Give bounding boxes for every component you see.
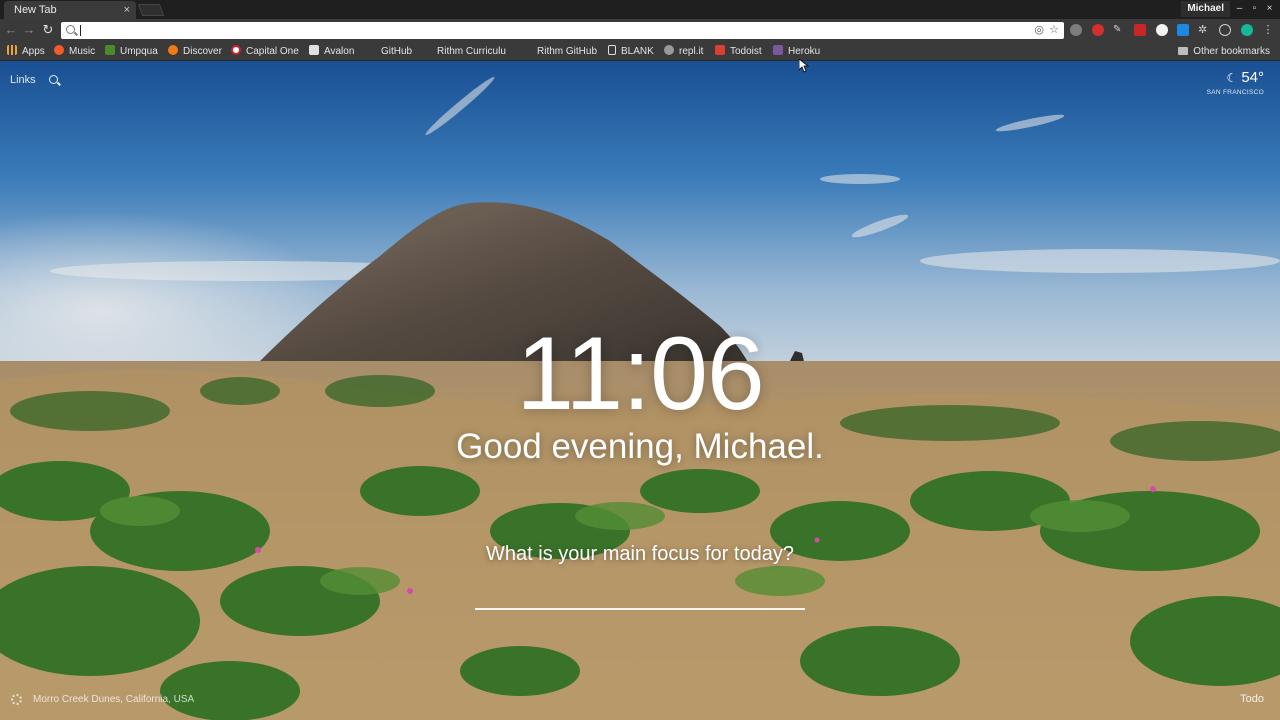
- extension-icon[interactable]: [1070, 24, 1082, 36]
- new-tab-button[interactable]: [137, 4, 165, 16]
- folder-icon: [1178, 47, 1189, 55]
- back-icon[interactable]: ←: [3, 22, 19, 38]
- bookmark-star-icon[interactable]: ☆: [1049, 23, 1059, 38]
- bookmark-github[interactable]: GitHub: [366, 42, 412, 61]
- umpqua-icon: [105, 45, 115, 55]
- moon-icon: ☾: [1226, 71, 1238, 85]
- bookmark-rithm-github[interactable]: Rithm GitHub: [522, 42, 597, 61]
- tab-title: New Tab: [14, 4, 57, 16]
- avalon-icon: [309, 45, 319, 55]
- opera-extension-icon[interactable]: [1092, 24, 1104, 36]
- clock-time: 11:06: [516, 316, 765, 432]
- focus-input[interactable]: [475, 590, 805, 610]
- replit-icon: [664, 45, 674, 55]
- other-bookmarks[interactable]: Other bookmarks: [1178, 42, 1270, 61]
- bookmark-heroku[interactable]: Heroku: [773, 42, 820, 61]
- bookmarks-bar: Apps Music Umpqua Discover Capital One A…: [0, 42, 1280, 61]
- minimize-icon[interactable]: –: [1233, 2, 1246, 15]
- bookmark-replit[interactable]: repl.it: [664, 42, 703, 61]
- bookmark-blank[interactable]: BLANK: [608, 42, 654, 61]
- photo-credit[interactable]: Morro Creek Dunes, California, USA: [33, 694, 194, 705]
- weather-temperature-row: ☾ 54°: [1207, 70, 1264, 86]
- close-window-icon[interactable]: ×: [1263, 2, 1276, 15]
- bookmark-discover[interactable]: Discover: [168, 42, 222, 61]
- weather-temperature: 54°: [1241, 69, 1264, 86]
- react-icon[interactable]: ✲: [1198, 24, 1210, 36]
- rithm-icon: [422, 45, 432, 55]
- menu-kebab-icon[interactable]: ⋮: [1262, 24, 1274, 36]
- focus-question: What is your main focus for today?: [486, 543, 794, 565]
- forward-icon[interactable]: →: [21, 22, 37, 38]
- bookmark-apps[interactable]: Apps: [7, 42, 45, 61]
- discover-icon: [168, 45, 178, 55]
- eyedropper-icon[interactable]: ✎: [1113, 24, 1125, 36]
- capital-one-icon: [231, 45, 241, 55]
- greeting-text: Good evening, Michael.: [456, 427, 824, 466]
- tab-close-icon[interactable]: ×: [124, 1, 130, 19]
- weather-widget[interactable]: ☾ 54° SAN FRANCISCO: [1206, 70, 1264, 97]
- music-icon: [54, 45, 64, 55]
- ring-extension-icon[interactable]: [1219, 24, 1231, 36]
- location-target-icon[interactable]: ◎: [1034, 23, 1044, 38]
- settings-gear-icon[interactable]: [11, 694, 22, 705]
- restore-icon[interactable]: ▫: [1248, 2, 1261, 15]
- apps-grid-icon: [7, 45, 17, 55]
- reload-icon[interactable]: ↻: [40, 22, 56, 38]
- tab-new-tab[interactable]: New Tab ×: [4, 1, 136, 19]
- todoist-icon: [715, 45, 725, 55]
- github-icon: [522, 45, 532, 55]
- circle-extension-icon[interactable]: [1156, 24, 1168, 36]
- heroku-icon: [773, 45, 783, 55]
- bookmark-rithm-curriculum[interactable]: Rithm Curriculu: [422, 42, 506, 61]
- bookmark-avalon[interactable]: Avalon: [309, 42, 354, 61]
- s-extension-icon[interactable]: [1177, 24, 1189, 36]
- bookmark-todoist[interactable]: Todoist: [715, 42, 762, 61]
- lastpass-icon[interactable]: [1134, 24, 1146, 36]
- tab-strip: New Tab × Michael – ▫ ×: [0, 0, 1280, 19]
- links-button[interactable]: Links: [10, 74, 36, 86]
- todo-button[interactable]: Todo: [1240, 693, 1264, 705]
- address-bar[interactable]: ◎ ☆: [61, 22, 1064, 39]
- profile-button[interactable]: Michael: [1181, 1, 1230, 17]
- browser-toolbar: ← → ↻ ◎ ☆ ✎ ✲ ⋮: [0, 19, 1280, 42]
- bookmark-umpqua[interactable]: Umpqua: [105, 42, 158, 61]
- search-icon[interactable]: [49, 75, 58, 84]
- bookmark-capital-one[interactable]: Capital One: [231, 42, 299, 61]
- bookmark-music[interactable]: Music: [54, 42, 95, 61]
- github-icon: [366, 45, 376, 55]
- weather-location: SAN FRANCISCO: [1206, 89, 1264, 96]
- page-icon: [608, 45, 616, 55]
- text-caret: [80, 25, 81, 36]
- momentum-extension-icon[interactable]: [1241, 24, 1253, 36]
- search-icon: [66, 25, 75, 34]
